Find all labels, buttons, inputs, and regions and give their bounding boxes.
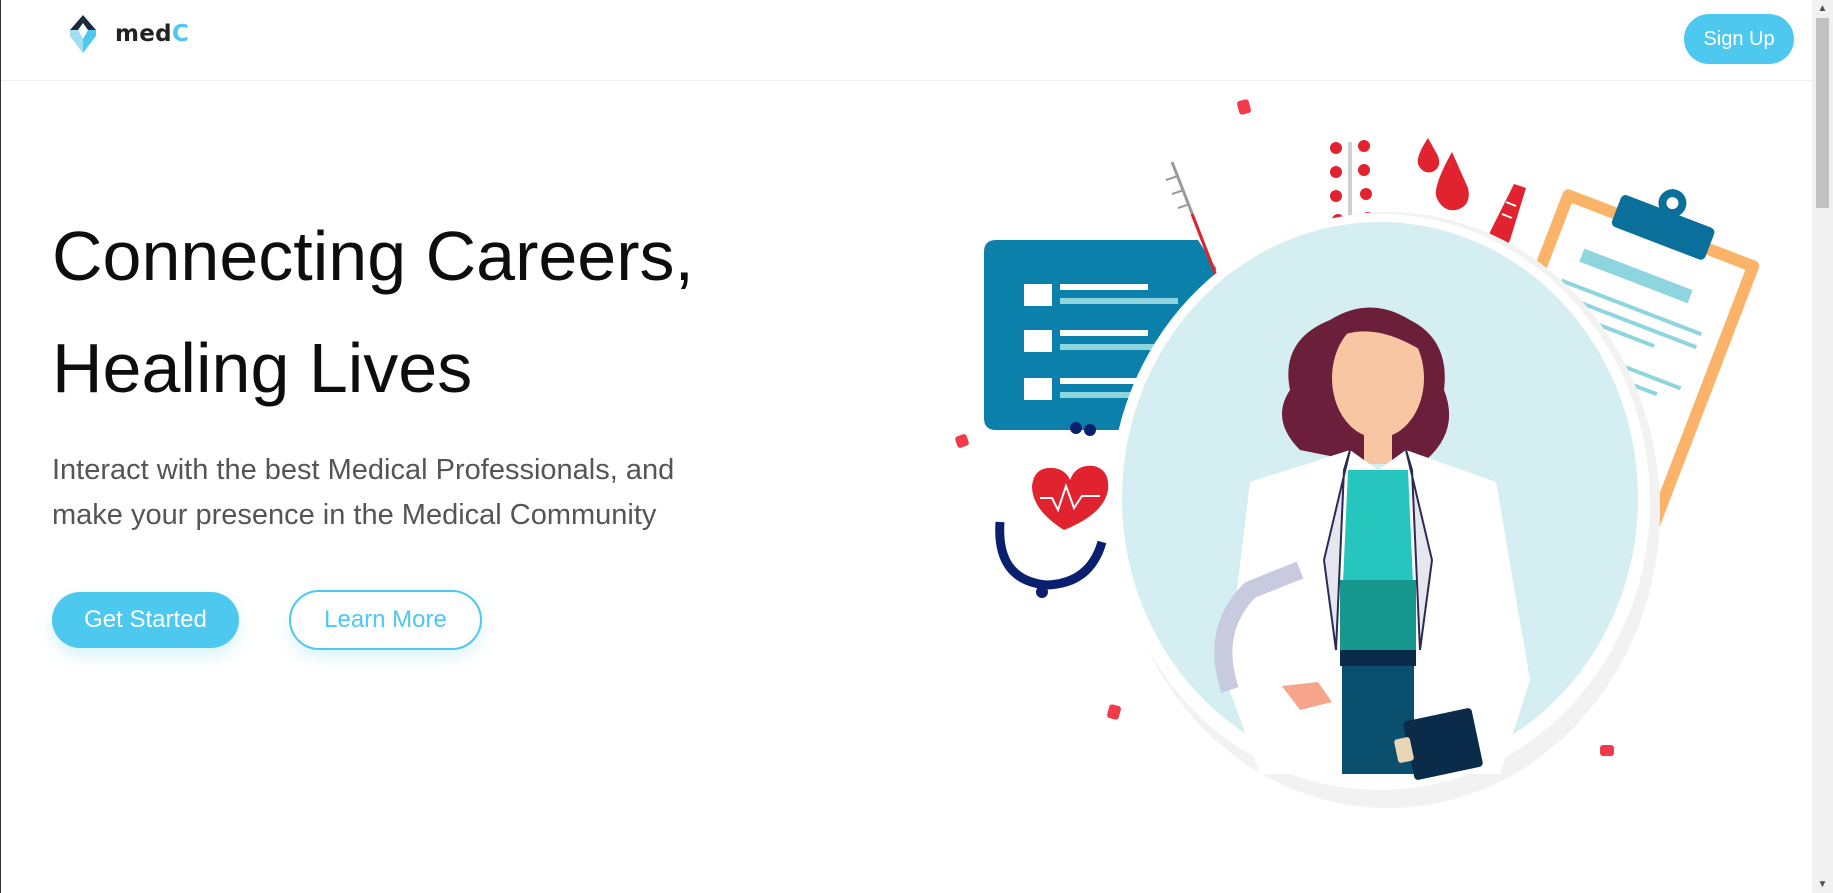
hero-subtitle-line-2: make your presence in the Medical Commun…	[52, 499, 657, 531]
hero-title: Connecting Careers, Healing Lives	[52, 200, 694, 424]
confetti-icon	[1107, 704, 1121, 720]
brand-name: medC	[115, 21, 190, 47]
brand-logo[interactable]: medC	[65, 12, 189, 56]
logo-icon	[70, 15, 96, 53]
confetti-icon	[955, 434, 969, 448]
hero-title-line-2: Healing Lives	[52, 329, 473, 407]
hero-subtitle-line-1: Interact with the best Medical Professio…	[52, 454, 675, 486]
hero-subtitle: Interact with the best Medical Professio…	[52, 448, 752, 538]
vertical-scrollbar[interactable]: ▲ ▼	[1812, 0, 1833, 893]
learn-more-button[interactable]: Learn More	[289, 590, 482, 650]
confetti-icon	[1600, 745, 1614, 756]
confetti-icon	[1237, 99, 1251, 115]
scroll-up-icon[interactable]: ▲	[1812, 0, 1833, 17]
signup-button[interactable]: Sign Up	[1684, 14, 1794, 64]
hero-title-line-1: Connecting Careers,	[52, 217, 694, 295]
get-started-button[interactable]: Get Started	[52, 592, 239, 648]
blood-drops-icon	[1417, 138, 1469, 211]
scrollbar-thumb[interactable]	[1816, 18, 1829, 208]
scroll-down-icon[interactable]: ▼	[1812, 876, 1833, 893]
top-navbar: medC Sign Up	[1, 0, 1812, 81]
window-edge	[0, 0, 1, 893]
heart-icon	[1032, 465, 1109, 530]
doctor-illustration	[955, 99, 1760, 808]
